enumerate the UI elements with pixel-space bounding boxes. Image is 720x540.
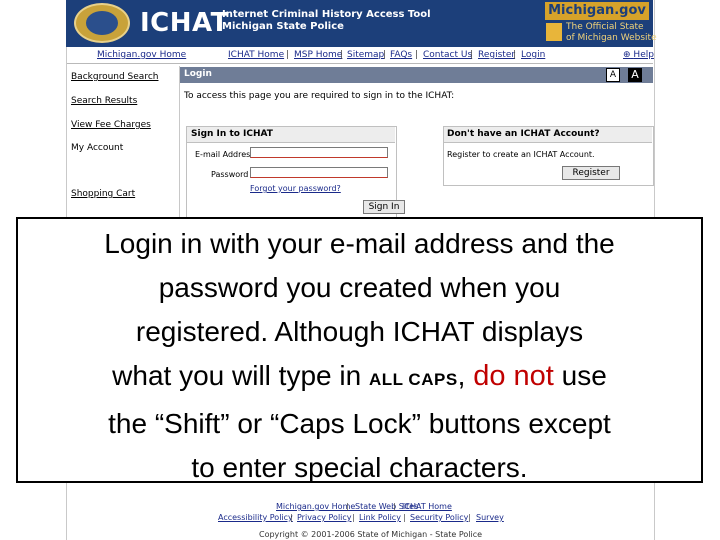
nav-faqs[interactable]: FAQs [390,50,412,60]
callout-line: Login in with your e-mail address and th… [104,228,615,259]
forgot-password-link[interactable]: Forgot your password? [250,184,341,193]
footer-michigan-gov-home[interactable]: Michigan.gov Home [276,502,355,511]
callout-line: the “Shift” or “Caps Lock” buttons excep… [108,408,611,439]
email-field[interactable] [250,147,388,158]
footer-separator: | [403,513,406,522]
callout-line: to enter special characters. [191,452,528,483]
nav-contact-us[interactable]: Contact Us [423,50,472,60]
register-heading: Don't have an ICHAT Account? [447,129,600,139]
footer-privacy-policy[interactable]: Privacy Policy [297,513,352,522]
instruction-callout-text: Login in with your e-mail address and th… [18,222,701,490]
callout-line: registered. Although ICHAT displays [135,316,584,347]
register-text: Register to create an ICHAT Account. [447,150,595,159]
password-label: Password [211,170,249,179]
nav-separator: | [513,50,517,60]
footer-separator: | [290,513,293,522]
footer-ichat-home[interactable]: ICHAT Home [402,502,452,511]
nav-sitemap[interactable]: Sitemap [347,50,384,60]
nav-login[interactable]: Login [521,50,545,60]
nav-register[interactable]: Register [478,50,515,60]
page-title-bar [180,67,653,83]
footer-security-policy[interactable]: Security Policy [410,513,468,522]
page-title: Login [184,69,212,79]
site-subtitle: Internet Criminal History Access Tool Mi… [222,9,431,32]
nav-help[interactable]: ⊕ Help [623,50,654,60]
nav-separator: | [415,50,419,60]
ichat-logo-text: ICHAT [140,8,229,38]
footer-separator: | [468,513,471,522]
do-not-emphasis: do not [473,360,554,392]
footer-accessibility-policy[interactable]: Accessibility Policy [218,513,293,522]
footer-separator: | [352,513,355,522]
email-label: E-mail Address [195,150,255,159]
callout-line: password you created when you [158,272,561,303]
nav-ichat-home[interactable]: ICHAT Home [228,50,284,60]
footer-copyright: Copyright © 2001-2006 State of Michigan … [259,530,483,539]
all-caps-text: ALL CAPS [368,370,458,389]
msp-seal-logo [74,3,130,43]
signin-heading: Sign In to ICHAT [191,129,273,139]
michigan-map-icon [546,23,562,41]
nav-separator: | [383,50,387,60]
footer-survey[interactable]: Survey [476,513,504,522]
password-field[interactable] [250,167,388,178]
callout-line: what you will type in ALL CAPS, do not u… [112,360,607,392]
sidebar-item-my-account[interactable]: My Account [71,143,123,153]
nav-msp-home[interactable]: MSP Home [294,50,342,60]
sidebar-divider [179,66,180,220]
michigan-gov-tagline: The Official State of Michigan Website [566,22,657,43]
michigan-gov-title[interactable]: Michigan.gov [545,2,649,20]
sign-in-button[interactable]: Sign In [363,200,405,214]
nav-michigan-gov-home[interactable]: Michigan.gov Home [97,50,186,60]
help-icon: ⊕ [623,50,631,60]
sidebar-item-search-results[interactable]: Search Results [71,96,137,106]
footer-separator: | [346,502,349,511]
footer-separator: | [393,502,396,511]
nav-divider [67,63,653,64]
login-intro-text: To access this page you are required to … [184,91,455,101]
text-size-large-button[interactable]: A [628,68,642,82]
nav-separator: | [340,50,344,60]
text-size-small-button[interactable]: A [606,68,620,82]
footer-link-policy[interactable]: Link Policy [359,513,401,522]
nav-separator: | [470,50,474,60]
sidebar-item-view-fee-charges[interactable]: View Fee Charges [71,120,151,130]
register-button[interactable]: Register [562,166,620,180]
sidebar-item-background-search[interactable]: Background Search [71,72,158,82]
sidebar-item-shopping-cart[interactable]: Shopping Cart [71,189,135,199]
nav-separator: | [286,50,290,60]
